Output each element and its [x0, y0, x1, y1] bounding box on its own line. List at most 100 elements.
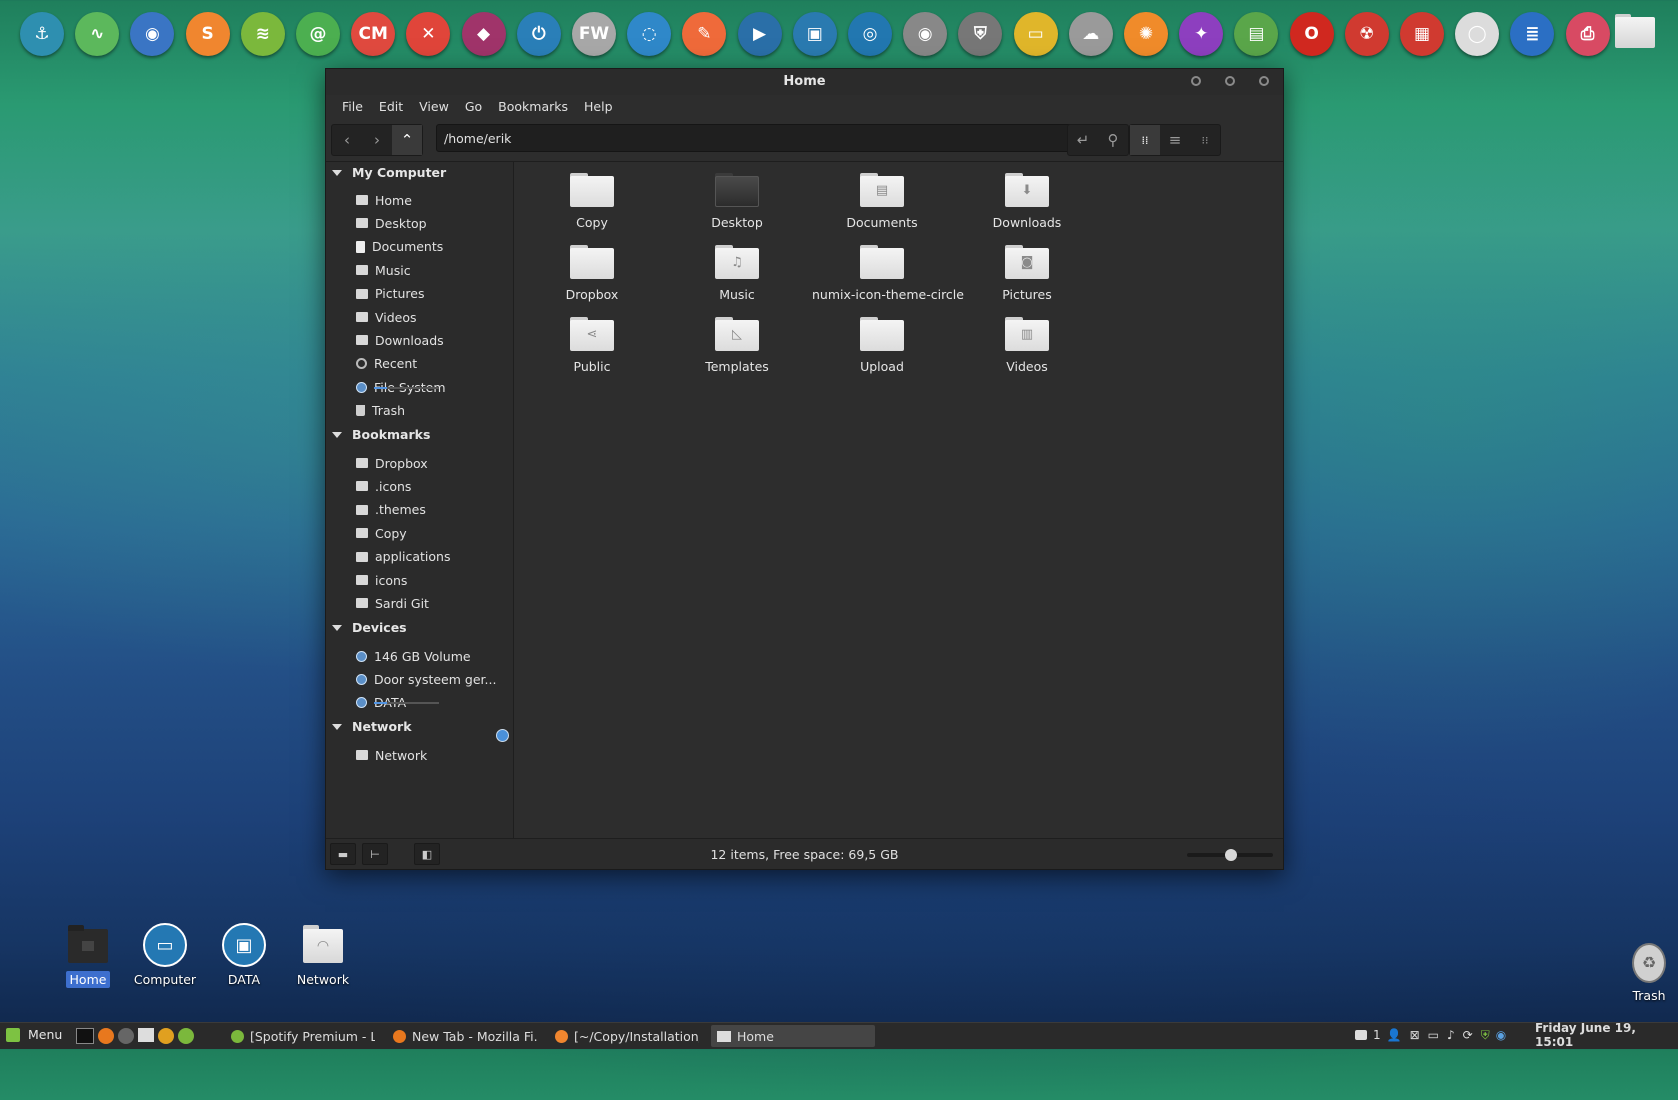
firefox-icon[interactable]: ◉ — [130, 12, 175, 56]
display-icon[interactable]: ▭ — [1428, 1028, 1439, 1042]
sidebar-item-downloads[interactable]: Downloads — [356, 330, 444, 350]
task-sublime[interactable]: [~/Copy/Installation/... — [549, 1025, 699, 1047]
folder-item[interactable]: Copy — [522, 173, 662, 230]
zoom-slider[interactable] — [1187, 849, 1273, 861]
eject-icon[interactable] — [496, 729, 509, 742]
search-button[interactable]: ⚲ — [1098, 125, 1128, 155]
sidebar-section-network[interactable]: Network — [332, 719, 412, 734]
sidebar-item-home[interactable]: Home — [356, 190, 412, 210]
sidebar-item-dropbox[interactable]: Dropbox — [356, 453, 428, 473]
mail-icon[interactable]: @ — [296, 12, 340, 56]
card-icon[interactable]: ▤ — [1234, 12, 1279, 56]
blue-app-icon[interactable]: ◎ — [848, 12, 892, 56]
folder-item[interactable]: ▥ Videos — [957, 317, 1097, 374]
folder-item[interactable]: ⋖ Public — [522, 317, 662, 374]
compact-view-button[interactable]: ⁝⁝ — [1190, 125, 1220, 155]
sound-icon[interactable]: ♪ — [1447, 1028, 1455, 1042]
toggle-location-button[interactable]: ↵ — [1068, 125, 1098, 155]
task-home[interactable]: Home — [711, 1025, 875, 1047]
sidebar-section-bookmarks[interactable]: Bookmarks — [332, 427, 430, 442]
task-spotify[interactable]: [Spotify Premium - Li... — [225, 1025, 375, 1047]
folder-item[interactable]: ⬇ Downloads — [957, 173, 1097, 230]
calculator-icon[interactable]: ▦ — [1400, 12, 1444, 56]
shield-icon[interactable]: ⛨ — [958, 12, 1003, 56]
chat-icon[interactable] — [1355, 1030, 1367, 1040]
sidebar-item-door-systeem-ger[interactable]: Door systeem ger... — [356, 669, 496, 689]
menu-file[interactable]: File — [334, 99, 371, 114]
desktop-icon-trash[interactable]: ♻ Trash — [1609, 943, 1678, 1004]
folder-item[interactable]: Dropbox — [522, 245, 662, 302]
sidebar-item-music[interactable]: Music — [356, 260, 411, 280]
zoom-slider-knob[interactable] — [1225, 849, 1237, 861]
radiation-icon[interactable]: ☢ — [1344, 12, 1389, 56]
menu-view[interactable]: View — [411, 99, 457, 114]
minimize-button[interactable] — [1191, 76, 1201, 86]
folder-item[interactable]: ▤ Documents — [812, 173, 952, 230]
anchor-icon[interactable]: ⚓ — [20, 12, 64, 56]
icon-view-button[interactable]: ⁞⁞ — [1130, 125, 1160, 155]
show-desktop-icon[interactable] — [76, 1028, 94, 1044]
menu-button[interactable]: Menu — [6, 1027, 62, 1042]
desktop-icon-computer[interactable]: ▭ Computer — [125, 923, 205, 988]
video-icon[interactable]: ▶ — [737, 12, 782, 56]
sidebar-item-146-gb-volume[interactable]: 146 GB Volume — [356, 646, 471, 666]
update-icon[interactable]: ⟳ — [1463, 1028, 1473, 1042]
up-button[interactable]: ⌃ — [392, 125, 422, 155]
cloud-icon[interactable]: ☁ — [1068, 12, 1113, 56]
system-monitor-icon[interactable]: ∿ — [75, 12, 120, 56]
sublime-icon[interactable]: S — [185, 12, 230, 56]
folder-item[interactable]: Desktop — [667, 173, 807, 230]
desktop-icon-network[interactable]: ◠ Network — [283, 923, 363, 988]
news-icon[interactable]: ≣ — [1510, 12, 1555, 56]
list-view-button[interactable]: ≡ — [1160, 125, 1190, 155]
sidebar-item-applications[interactable]: applications — [356, 547, 450, 567]
shield-tray-icon[interactable]: ⛨ — [1481, 1028, 1490, 1043]
ruler-icon[interactable]: ▭ — [1013, 12, 1058, 56]
desktop-icon-home[interactable]: Home — [48, 923, 128, 988]
sidebar-item-sardi-git[interactable]: Sardi Git — [356, 593, 429, 613]
location-input[interactable]: /home/erik — [444, 131, 511, 146]
menu-go[interactable]: Go — [457, 99, 490, 114]
menu-edit[interactable]: Edit — [371, 99, 411, 114]
menu-bookmarks[interactable]: Bookmarks — [490, 99, 576, 114]
fw-icon[interactable]: FW — [572, 12, 616, 56]
location-bar[interactable]: /home/erik ⌫ — [436, 124, 1103, 152]
sidebar-item-desktop[interactable]: Desktop — [356, 213, 427, 233]
menu-help[interactable]: Help — [576, 99, 621, 114]
sidebar-item-copy[interactable]: Copy — [356, 523, 407, 543]
folder-item[interactable]: ◙ Pictures — [957, 245, 1097, 302]
power-icon[interactable]: ⏻ — [516, 12, 561, 56]
forward-button[interactable]: › — [362, 125, 392, 155]
task-firefox[interactable]: New Tab - Mozilla Fi... — [387, 1025, 537, 1047]
disc-icon[interactable]: ◉ — [903, 12, 948, 56]
sidebar-item-videos[interactable]: Videos — [356, 307, 417, 327]
spotify-launcher-icon[interactable] — [178, 1028, 194, 1044]
inkscape-icon[interactable]: ◆ — [461, 12, 506, 56]
network-tray-icon[interactable]: ⊠ — [1410, 1028, 1420, 1042]
title-bar[interactable]: Home — [326, 69, 1283, 95]
opera-icon[interactable]: O — [1289, 12, 1334, 56]
back-button[interactable]: ‹ — [332, 125, 362, 155]
orange-icon[interactable]: ✺ — [1124, 12, 1168, 56]
sidebar-item-network[interactable]: Network — [356, 745, 427, 765]
chrome-icon[interactable]: ◯ — [1455, 12, 1500, 56]
folder-item[interactable]: numix-icon-theme-circle — [812, 245, 964, 302]
folder-item[interactable]: ◺ Templates — [667, 317, 807, 374]
purple-icon[interactable]: ✦ — [1179, 12, 1224, 56]
terminal-launcher-icon[interactable] — [118, 1028, 134, 1044]
sidebar-section-my-computer[interactable]: My Computer — [332, 165, 446, 180]
pencil-icon[interactable]: ✎ — [682, 12, 727, 56]
sidebar-item-pictures[interactable]: Pictures — [356, 284, 425, 304]
sidebar-item-icons[interactable]: icons — [356, 570, 407, 590]
close-button[interactable] — [1259, 76, 1269, 86]
drive-tray-icon[interactable]: ◉ — [1496, 1028, 1506, 1042]
folder-item[interactable]: Upload — [812, 317, 952, 374]
dock-folder-icon[interactable] — [1615, 14, 1655, 48]
sidebar-section-devices[interactable]: Devices — [332, 620, 407, 635]
folder-item[interactable]: ♫ Music — [667, 245, 807, 302]
clock[interactable]: Friday June 19, 15:01 — [1535, 1021, 1678, 1049]
clipman-icon[interactable]: CM — [351, 12, 396, 56]
sidebar-item-recent[interactable]: Recent — [356, 354, 417, 374]
sublime-launcher-icon[interactable] — [158, 1028, 174, 1044]
firefox-launcher-icon[interactable] — [98, 1028, 114, 1044]
